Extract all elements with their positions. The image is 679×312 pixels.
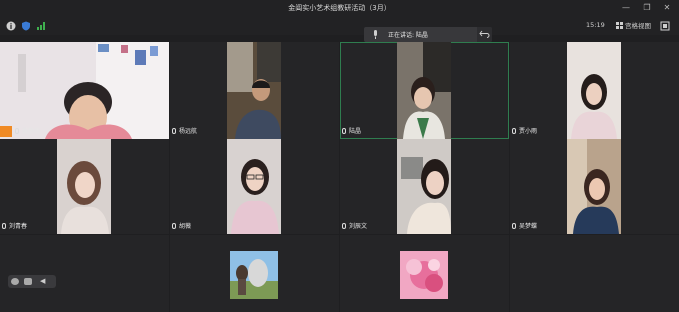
video-tile[interactable]: 吴梦蝶 <box>510 139 679 234</box>
mic-icon <box>342 128 346 134</box>
participant-name: 陆晶 <box>349 128 362 135</box>
participant-name: 杨远航 <box>179 128 198 135</box>
mic-icon <box>2 223 6 229</box>
participant-name: 胡薇 <box>179 223 192 230</box>
mic-icon <box>15 128 19 134</box>
clock: 15:19 <box>586 21 605 29</box>
video-tile[interactable] <box>340 235 509 312</box>
window-title: 金阊实小艺术组教研活动（3月） <box>288 4 391 12</box>
bottom-controls: ◀ <box>8 275 56 288</box>
participant-name-bar: 陆晶 <box>340 126 361 137</box>
video-tile[interactable]: 胡薇 <box>170 139 339 234</box>
signal-icon[interactable] <box>36 21 46 31</box>
participant-name-bar: 贾小雨 <box>510 126 537 137</box>
participant-video <box>227 139 281 234</box>
settings-icon[interactable] <box>660 21 670 31</box>
avatar-image <box>230 251 278 299</box>
participant-name-bar: 刘青春 <box>0 221 27 232</box>
mic-icon <box>512 223 516 229</box>
participant-name: 贾小雨 <box>519 128 538 135</box>
participant-name: 吴梦蝶 <box>519 223 538 230</box>
mic-icon <box>374 30 377 39</box>
video-tile[interactable]: 杨远航 <box>170 42 339 139</box>
participant-video <box>227 42 281 139</box>
participant-video <box>0 42 169 139</box>
title-bar: 金阊实小艺术组教研活动（3月） — ❐ ✕ <box>0 0 679 17</box>
empty-tile <box>510 235 679 312</box>
avatar-image <box>400 251 448 299</box>
grid-view-label: 宫格视图 <box>625 22 651 30</box>
restore-icon[interactable]: ❐ <box>641 3 653 13</box>
grid-view-button[interactable]: 宫格视图 <box>616 20 651 30</box>
info-icon[interactable] <box>6 21 16 31</box>
participant-name-bar: 黄静纬 <box>0 126 40 137</box>
toolbar <box>0 17 679 35</box>
participant-name-bar: 吴梦蝶 <box>510 221 537 232</box>
video-tile[interactable] <box>170 235 339 312</box>
video-tile-active-speaker[interactable]: 陆晶 <box>340 42 509 139</box>
participant-video <box>567 139 621 234</box>
participant-video <box>397 42 451 139</box>
emoji-icon[interactable] <box>11 278 19 285</box>
participant-name-bar: 刘辰文 <box>340 221 367 232</box>
minimize-icon[interactable]: — <box>620 3 632 13</box>
shield-icon[interactable] <box>21 21 31 31</box>
return-icon <box>479 30 490 38</box>
host-badge-icon <box>0 126 12 137</box>
close-icon[interactable]: ✕ <box>661 3 673 13</box>
collapse-icon[interactable]: ◀ <box>40 277 45 285</box>
chat-icon[interactable] <box>24 278 32 285</box>
participant-name: 刘辰文 <box>349 223 368 230</box>
grid-view-icon <box>616 22 623 29</box>
participant-name: 刘青春 <box>9 223 28 230</box>
participant-name: 黄静纬 <box>22 128 41 135</box>
mic-icon <box>172 128 176 134</box>
speaking-indicator: 正在讲话: 陆晶 <box>364 27 492 42</box>
video-tile[interactable]: 刘辰文 <box>340 139 509 234</box>
mic-icon <box>172 223 176 229</box>
mic-icon <box>512 128 516 134</box>
participant-video <box>57 139 111 234</box>
video-tile[interactable]: 刘青春 <box>0 139 169 234</box>
participant-video <box>397 139 451 234</box>
participant-name-bar: 胡薇 <box>170 221 191 232</box>
participant-video <box>567 42 621 139</box>
empty-tile <box>0 235 169 312</box>
return-button[interactable] <box>477 27 492 42</box>
video-tile[interactable]: 黄静纬 <box>0 42 169 139</box>
participant-name-bar: 杨远航 <box>170 126 197 137</box>
mic-icon <box>342 223 346 229</box>
speaking-text: 正在讲话: 陆晶 <box>388 32 428 39</box>
video-tile[interactable]: 贾小雨 <box>510 42 679 139</box>
meeting-window: 金阊实小艺术组教研活动（3月） — ❐ ✕ 正在讲话: 陆晶 15:19 宫格视… <box>0 0 679 312</box>
